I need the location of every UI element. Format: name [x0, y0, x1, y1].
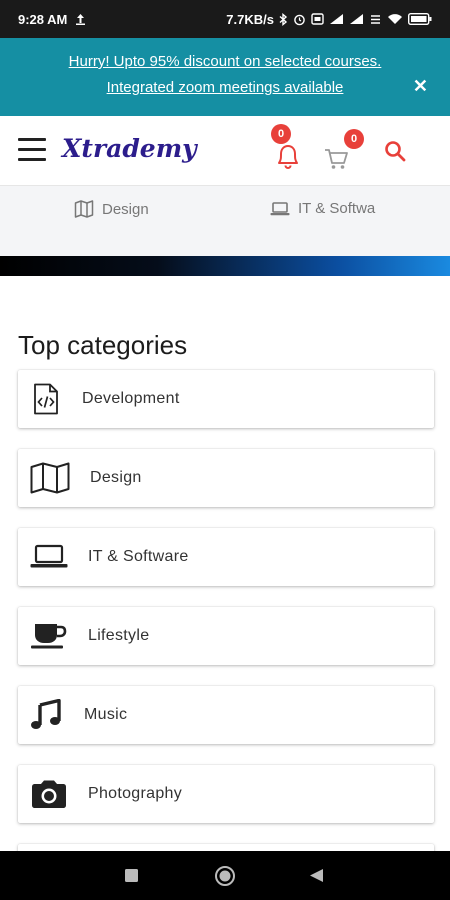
logo[interactable]: Xtrademy: [62, 134, 197, 163]
category-design[interactable]: Design: [18, 449, 434, 507]
promo-line-1[interactable]: Hurry! Upto 95% discount on selected cou…: [0, 38, 450, 75]
laptop-icon: [30, 541, 68, 573]
category-list: Development Design IT & Software Lifesty…: [18, 370, 434, 900]
tab-it-software[interactable]: IT & Softwa: [270, 200, 375, 217]
status-time-group: 9:28 AM: [18, 12, 86, 27]
sim-icon: [311, 13, 324, 25]
cart-button[interactable]: 0: [322, 129, 364, 172]
bluetooth-icon: [279, 12, 288, 26]
category-label: Photography: [88, 785, 183, 802]
category-lifestyle[interactable]: Lifestyle: [18, 607, 434, 665]
category-label: Music: [84, 706, 128, 723]
tab-label: IT & Softwa: [298, 200, 376, 217]
map-icon: [30, 462, 70, 494]
category-label: Lifestyle: [88, 627, 150, 644]
app-header: Xtrademy 0 0: [0, 116, 450, 186]
coffee-cup-icon: [30, 620, 68, 652]
notification-button[interactable]: 0: [271, 124, 302, 172]
gradient-divider: [0, 256, 450, 276]
search-icon: [385, 141, 406, 162]
square-icon: [125, 869, 138, 882]
promo-banner: Hurry! Upto 95% discount on selected cou…: [0, 38, 450, 116]
category-label: IT & Software: [88, 548, 189, 565]
data-saver-icon: [371, 14, 380, 24]
menu-icon[interactable]: [18, 138, 46, 162]
alarm-icon: [294, 14, 305, 25]
status-right-group: 7.7KB/s: [226, 12, 432, 27]
notification-badge: 0: [271, 124, 291, 144]
camera-icon: [30, 778, 68, 810]
system-nav-bar: [0, 851, 450, 900]
network-speed: 7.7KB/s: [226, 11, 274, 27]
category-label: Development: [82, 390, 180, 407]
tab-label: Design: [102, 200, 149, 218]
search-button[interactable]: [382, 138, 410, 166]
close-icon[interactable]: ✕: [413, 76, 428, 97]
back-button[interactable]: [309, 868, 324, 888]
upload-icon: [76, 14, 86, 25]
music-note-icon: [30, 699, 62, 731]
home-circle-icon: [215, 866, 235, 886]
category-development[interactable]: Development: [18, 370, 434, 428]
battery-icon: [408, 13, 432, 25]
status-bar: 9:28 AM 7.7KB/s: [0, 0, 450, 38]
home-button[interactable]: [214, 865, 236, 892]
back-icon: [310, 869, 323, 882]
tab-design[interactable]: Design: [74, 200, 149, 218]
category-tabs[interactable]: Design IT & Softwa: [0, 186, 450, 256]
category-music[interactable]: Music: [18, 686, 434, 744]
map-icon: [74, 200, 94, 218]
promo-line-2[interactable]: Integrated zoom meetings available: [0, 75, 450, 101]
category-photography[interactable]: Photography: [18, 765, 434, 823]
wifi-icon: [388, 14, 402, 24]
cart-badge: 0: [344, 129, 364, 149]
status-time: 9:28 AM: [18, 11, 68, 27]
signal-icon-2: [350, 14, 363, 24]
category-label: Design: [90, 469, 142, 486]
category-it-software[interactable]: IT & Software: [18, 528, 434, 586]
code-file-icon: [30, 383, 62, 415]
section-title: Top categories: [18, 330, 188, 360]
laptop-icon: [270, 201, 290, 215]
signal-icon: [330, 14, 343, 24]
recents-button[interactable]: [125, 869, 138, 887]
